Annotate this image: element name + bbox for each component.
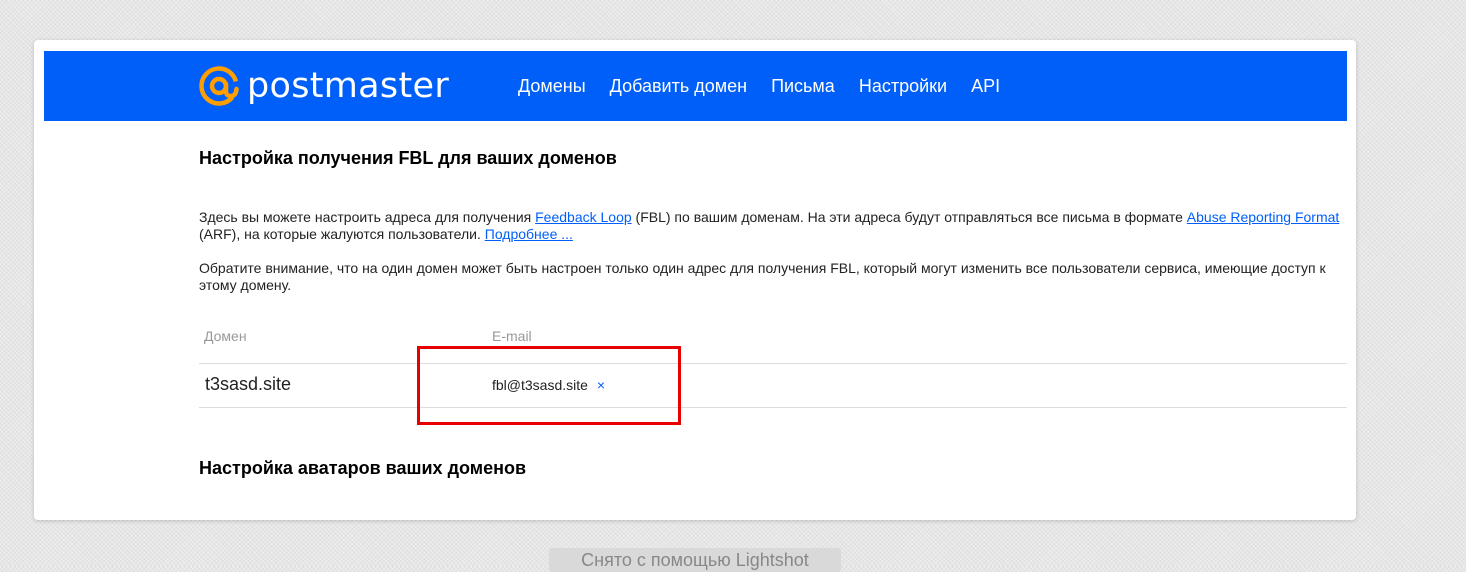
abuse-reporting-format-link[interactable]: Abuse Reporting Format — [1187, 209, 1340, 225]
top-navigation-bar: postmaster Домены Добавить домен Письма … — [44, 51, 1347, 121]
fbl-intro-text: Здесь вы можете настроить адреса для пол… — [199, 209, 1340, 242]
column-header-email: E-mail — [492, 328, 532, 344]
feedback-loop-link[interactable]: Feedback Loop — [535, 209, 632, 225]
red-highlight-box — [417, 346, 681, 425]
postmaster-logo[interactable]: postmaster — [198, 63, 449, 109]
table-row-domain: t3sasd.site — [205, 374, 292, 394]
at-sign-icon — [199, 66, 239, 106]
table-row-divider — [199, 407, 1347, 408]
column-header-domain: Домен — [204, 328, 247, 344]
postmaster-window: postmaster Домены Добавить домен Письма … — [34, 40, 1356, 520]
main-nav: Домены Добавить домен Письма Настройки A… — [518, 51, 1024, 121]
nav-item-settings[interactable]: Настройки — [859, 76, 947, 97]
avatars-section-title: Настройка аватаров ваших доменов — [199, 458, 527, 478]
lightshot-watermark: Снято с помощью Lightshot — [549, 548, 841, 572]
nav-item-add-domain[interactable]: Добавить домен — [610, 76, 747, 97]
more-info-link[interactable]: Подробнее ... — [485, 226, 573, 242]
nav-item-letters[interactable]: Письма — [771, 76, 835, 97]
fbl-note-text: Обратите внимание, что на один домен мож… — [199, 260, 1326, 293]
brand-name: postmaster — [247, 66, 450, 106]
table-header-divider — [199, 363, 1347, 364]
nav-item-domains[interactable]: Домены — [518, 76, 586, 97]
fbl-section-title: Настройка получения FBL для ваших домено… — [199, 148, 617, 168]
nav-item-api[interactable]: API — [971, 76, 1000, 97]
